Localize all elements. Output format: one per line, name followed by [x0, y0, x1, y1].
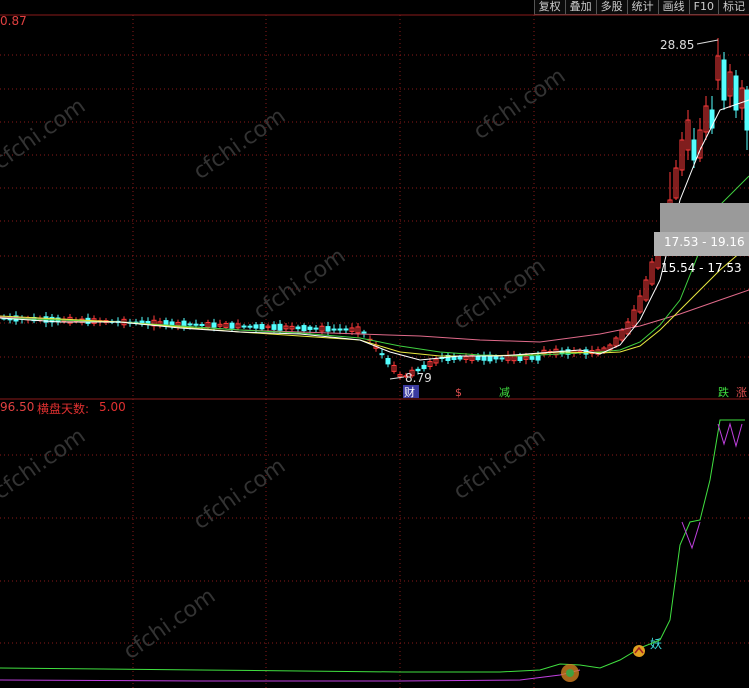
candle-body — [187, 323, 193, 326]
band-box-1 — [660, 203, 749, 233]
event-marker-fall[interactable]: 跌 — [718, 385, 729, 399]
candle-body — [253, 324, 259, 329]
candle-body — [277, 323, 283, 331]
candle-body — [529, 356, 535, 360]
watermark-layer: cfchi.com cfchi.com cfchi.com cfchi.com cfch… — [0, 64, 570, 665]
candle-body — [331, 328, 337, 331]
candle-body — [361, 331, 367, 334]
watermark-text: cfchi.com — [0, 424, 90, 505]
candle-body — [229, 322, 235, 329]
candle-body — [421, 364, 427, 370]
indicator-green-line — [0, 419, 745, 673]
candle-body — [211, 322, 217, 328]
ma-yellow-line — [0, 244, 749, 357]
watermark-text: cfchi.com — [0, 94, 90, 175]
candle-body — [535, 355, 541, 361]
candle-body — [337, 328, 343, 331]
watermark-text: cfchi.com — [449, 254, 550, 335]
watermark-text: cfchi.com — [189, 104, 290, 185]
candle-body — [499, 357, 505, 360]
candle-body — [193, 323, 199, 326]
watermark-text: cfchi.com — [119, 584, 220, 665]
watermark-text: cfchi.com — [469, 64, 570, 145]
candle-body — [744, 89, 749, 131]
ma-green-line — [0, 175, 749, 357]
candle-body — [259, 323, 265, 330]
candle-body — [379, 353, 385, 356]
candle-body — [199, 323, 205, 326]
candle-body — [475, 355, 481, 361]
candle-body — [301, 325, 307, 332]
chart-labels: 28.85 17.53 - 19.16 15.54 - 17.53 8.79 财… — [389, 38, 749, 651]
event-marker-finance[interactable]: 财 — [404, 385, 415, 399]
band1-label: 17.53 - 19.16 — [664, 235, 745, 249]
low-price-arrow — [389, 376, 405, 380]
kline-chart-area[interactable]: cfchi.com cfchi.com cfchi.com cfchi.com cfch… — [0, 0, 749, 688]
candle-body — [241, 325, 247, 328]
candle-body — [295, 326, 301, 330]
candle-body — [169, 321, 175, 326]
candle-body — [343, 328, 349, 331]
candle-body — [457, 356, 463, 360]
watermark-text: cfchi.com — [449, 424, 550, 505]
candle-body — [385, 358, 391, 365]
candle-body — [493, 356, 499, 360]
candle-body — [691, 139, 697, 161]
event-marker-dollar[interactable]: $ — [455, 386, 462, 399]
indicator-purple-peak-2 — [717, 422, 743, 448]
candle-body — [313, 327, 319, 330]
logo-icon-inner — [566, 669, 574, 677]
watermark-text: cfchi.com — [189, 454, 290, 535]
event-marker-rise[interactable]: 涨 — [736, 386, 747, 399]
candle-body — [721, 59, 727, 101]
candle-body — [307, 326, 313, 330]
band2-label: 15.54 - 17.53 — [661, 261, 742, 275]
ma-pink-line — [0, 289, 749, 343]
candle-body — [271, 324, 277, 330]
low-price-label: 8.79 — [405, 371, 432, 385]
event-marker-reduce[interactable]: 减 — [499, 386, 510, 399]
candle-body — [325, 326, 331, 332]
high-price-arrow — [696, 39, 719, 45]
candle-body — [247, 325, 253, 328]
grid-lines — [0, 14, 749, 688]
high-price-label: 28.85 — [660, 38, 694, 52]
